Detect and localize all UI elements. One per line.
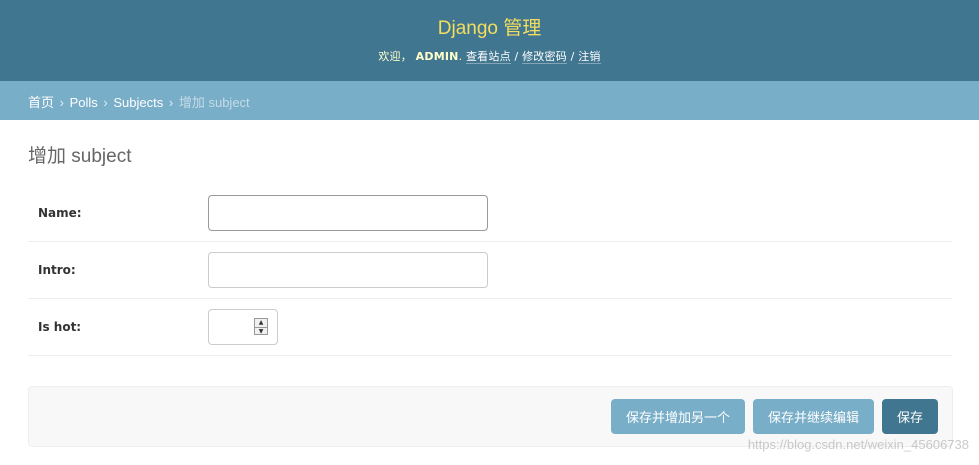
breadcrumb-arrow: › — [168, 95, 174, 110]
username-suffix: . — [458, 50, 463, 63]
header: Django 管理 欢迎， ADMIN. 查看站点 / 修改密码 / 注销 — [0, 0, 979, 81]
breadcrumb: 首页 › Polls › Subjects › 增加 subject — [0, 81, 979, 120]
logout-link[interactable]: 注销 — [578, 50, 601, 64]
username: ADMIN — [415, 50, 459, 63]
is-hot-label: Is hot: — [38, 320, 82, 334]
page-title: 增加 subject — [28, 146, 132, 167]
separator: / — [570, 50, 575, 63]
name-input[interactable] — [208, 195, 488, 231]
save-and-add-another-button[interactable]: 保存并增加另一个 — [611, 399, 745, 434]
breadcrumb-app[interactable]: Polls — [70, 95, 98, 110]
change-password-link[interactable]: 修改密码 — [522, 50, 567, 64]
save-button[interactable]: 保存 — [882, 399, 938, 434]
form-row-name: Name: — [28, 185, 952, 242]
separator: / — [514, 50, 519, 63]
form-row-intro: Intro: — [28, 242, 952, 299]
form-row-is-hot: Is hot: ▲ ▼ — [28, 299, 952, 356]
save-and-continue-button[interactable]: 保存并继续编辑 — [753, 399, 874, 434]
spinner-down-icon[interactable]: ▼ — [255, 327, 267, 335]
user-tools: 欢迎， ADMIN. 查看站点 / 修改密码 / 注销 — [0, 48, 979, 64]
view-site-link[interactable]: 查看站点 — [465, 50, 511, 64]
number-spinner[interactable]: ▲ ▼ — [254, 318, 268, 335]
intro-label: Intro: — [38, 263, 76, 277]
welcome-text: 欢迎， — [378, 50, 412, 63]
watermark: https://blog.csdn.net/weixin_45606738 — [747, 437, 969, 452]
name-label: Name: — [38, 206, 82, 220]
site-title[interactable]: Django 管理 — [0, 13, 979, 40]
breadcrumb-arrow: › — [59, 95, 64, 110]
intro-input[interactable] — [208, 252, 488, 288]
breadcrumb-model[interactable]: Subjects — [113, 95, 163, 110]
breadcrumb-home[interactable]: 首页 — [28, 95, 54, 110]
breadcrumb-current: 增加 subject — [178, 95, 250, 110]
spinner-up-icon[interactable]: ▲ — [255, 319, 267, 327]
breadcrumb-arrow: › — [103, 95, 108, 110]
